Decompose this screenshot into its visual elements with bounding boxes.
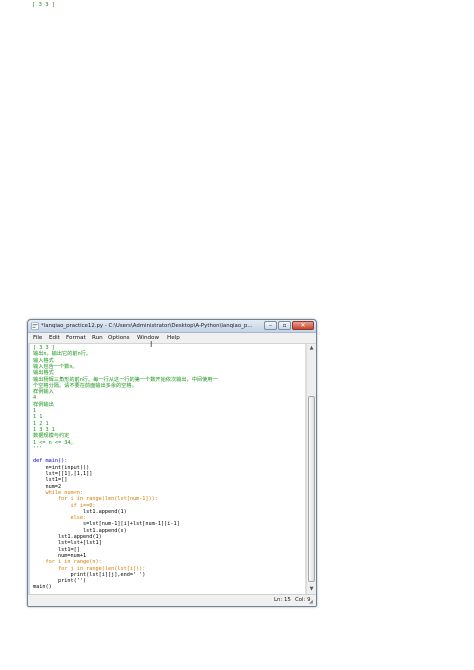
document-text: [ 3 3 ] (32, 2, 312, 182)
window-title: *lanqiao_practice12.py - C:\Users\Admini… (41, 323, 253, 329)
code-line: for i in range(len(lst[num-1])): (33, 496, 158, 503)
code-line: lst1=[] (33, 546, 80, 553)
minimize-button[interactable]: – (264, 321, 277, 330)
idle-editor-window[interactable]: *lanqiao_practice12.py - C:\Users\Admini… (27, 319, 317, 607)
code-line: 输出格式 (33, 370, 54, 377)
python-idle-icon (31, 322, 39, 330)
code-line: def main(): (33, 458, 68, 465)
title-bar[interactable]: *lanqiao_practice12.py - C:\Users\Admini… (28, 320, 316, 333)
code-line: for i in range(n): (33, 559, 102, 566)
text-cursor-icon: I (150, 340, 153, 349)
code-line: lst1.append(1) (33, 534, 102, 540)
code-line: for j in range(len(lst[i])): (33, 565, 146, 572)
code-line: 个空格分隔。请不要在前面输出多余的空格。 (33, 382, 137, 389)
menu-help[interactable]: Help (167, 333, 180, 343)
code-editor[interactable]: [ 3 3 ] 输出n，输出它的前n行。 输入格式 输入包含一个数n。 输出格式 输出杨辉… (30, 344, 306, 594)
scroll-down-arrow-icon[interactable]: ▼ (308, 586, 315, 593)
code-line: lst=lst+[lst1] (33, 540, 102, 547)
resize-grip-icon[interactable]: ◢ (309, 599, 315, 605)
code-line: while num<n: (33, 489, 83, 496)
code-line: lst1.append(1) (33, 508, 127, 515)
code-line: 输入包含一个数n。 (33, 363, 78, 370)
scroll-thumb[interactable] (308, 396, 315, 582)
maximize-button[interactable]: ▫ (278, 321, 291, 330)
close-button[interactable]: ✕ (292, 321, 314, 330)
vertical-scrollbar[interactable]: ▲ ▼ (306, 344, 316, 594)
status-bar: Ln: 15 Col: 9 ◢ (28, 594, 316, 606)
code-line: 1 (33, 408, 37, 414)
menu-window[interactable]: Window (137, 333, 159, 343)
code-line: n=int(input()) (33, 464, 90, 471)
code-line: 输入格式 (33, 357, 54, 364)
menu-options[interactable]: Options (108, 333, 130, 343)
code-line: num=2 (33, 483, 62, 490)
code-line: lst1=[] (33, 477, 68, 484)
scroll-up-arrow-icon[interactable]: ▲ (308, 345, 315, 352)
code-line: 样例输出 (33, 401, 54, 408)
status-line-number: Ln: 15 (274, 597, 291, 603)
menu-run[interactable]: Run (92, 333, 103, 343)
code-line: print('') (33, 578, 87, 585)
menu-format[interactable]: Format (66, 333, 86, 343)
menu-file[interactable]: File (33, 333, 42, 343)
code-line: lst=[[1],[1,1]] (33, 471, 93, 477)
code-line: 样例输入 (33, 389, 54, 396)
code-line: 数据规模与约定 (33, 433, 70, 440)
code-line: 1 1 (33, 414, 43, 421)
code-line: num=num+1 (33, 552, 87, 559)
document-line: [ 3 3 ] (32, 2, 56, 8)
code-line: if i==0: (33, 502, 96, 509)
code-line: 输出杨辉三角形的前n行。每一行从这一行的第一个数开始依次输出，中间使用一 (33, 376, 218, 383)
code-line: main() (33, 584, 52, 591)
code-line: s=lst[num-1][i]+lst[num-1][i-1] (33, 521, 180, 528)
code-line: ''' (33, 445, 43, 452)
code-line: print(lst[i][j],end=' ') (33, 571, 146, 578)
menu-bar: File Edit Format Run Options Window Help (28, 333, 316, 344)
code-line: else: (33, 515, 87, 522)
code-line: 1 <= n <= 34。 (33, 439, 76, 446)
code-line: 1 2 1 (33, 420, 49, 427)
code-line: 4 (33, 395, 37, 402)
code-line: 输出n，输出它的前n行。 (33, 351, 92, 358)
menu-edit[interactable]: Edit (49, 333, 60, 343)
code-line: lst1.append(s) (33, 527, 127, 534)
code-line: 1 3 3 1 (33, 426, 55, 433)
